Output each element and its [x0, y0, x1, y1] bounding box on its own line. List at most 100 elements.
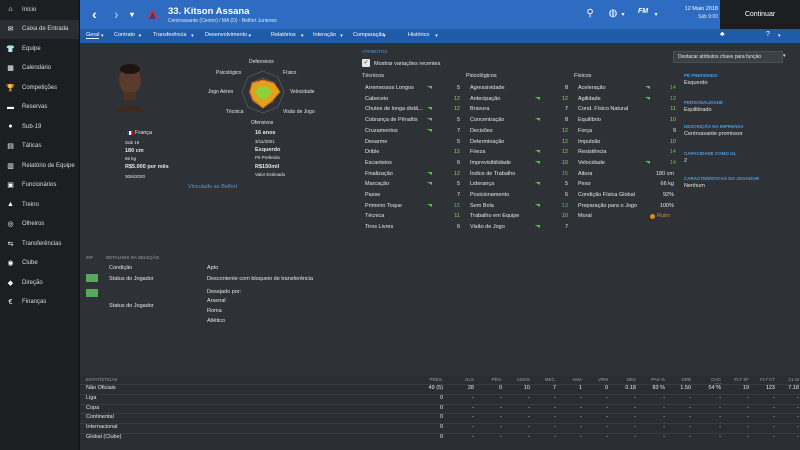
tab-dropdown-icon[interactable]: ▾ — [249, 33, 252, 39]
main-panel: França Defensivos Psicológico Físico Jogo A… — [80, 43, 800, 450]
tab-0[interactable]: Geral — [86, 32, 100, 39]
sidebar-item-label: Calendário — [22, 65, 52, 72]
stat-cell: 10 — [523, 385, 530, 391]
attribute-value: 15 — [561, 170, 568, 177]
attribute-name: Posicionamento — [470, 192, 510, 198]
tab-dropdown-icon[interactable]: ▾ — [101, 33, 104, 39]
nationality: França — [135, 130, 153, 136]
attribute-value: 8 — [564, 117, 568, 124]
stat-cell: - — [663, 394, 665, 401]
stat-cell: - — [797, 434, 799, 440]
sidebar-item-transfers[interactable]: ⇆ Transferências — [0, 234, 79, 254]
attribute-radar — [241, 70, 285, 114]
stat-cell: 83 % — [652, 385, 665, 391]
interested-club[interactable]: Roma — [207, 308, 222, 314]
profile-detail: 180 cm — [125, 148, 144, 154]
fm-dropdown-icon[interactable]: ▾ — [650, 11, 662, 23]
stat-cell: - — [472, 414, 474, 421]
sidebar-item-training[interactable]: ▲ Treino — [0, 195, 79, 215]
tab-1[interactable]: Contrato — [114, 32, 135, 38]
interested-club[interactable]: Arsenal — [207, 298, 226, 304]
sidebar-item-label: Reservas — [22, 104, 48, 111]
radar-label-left-top: Psicológico — [216, 70, 242, 76]
highlight-attributes-button[interactable]: Destacar atributos chave para função — [673, 51, 783, 63]
tab-5[interactable]: Interação — [313, 32, 336, 38]
tab-dropdown-icon[interactable]: ▾ — [383, 33, 386, 39]
back-arrow-icon[interactable]: ‹ — [92, 6, 97, 22]
tab-dropdown-icon[interactable]: ▾ — [191, 33, 194, 39]
search-icon[interactable]: ⚲ — [584, 8, 596, 20]
info-value: Esquerdo — [684, 80, 708, 86]
stat-cell: - — [500, 434, 502, 440]
info-label: PERSONALIDADE — [684, 100, 724, 105]
trend-up-icon — [535, 96, 540, 100]
sidebar-item-team[interactable]: 👕 Equipe — [0, 39, 79, 59]
stat-cell: - — [773, 434, 775, 440]
attribute-value: 6 — [456, 224, 460, 231]
stat-cell: - — [500, 424, 502, 431]
trend-up-icon — [645, 160, 650, 164]
tab-dropdown-icon[interactable]: ▾ — [435, 33, 438, 39]
stat-cell: - — [797, 424, 799, 431]
tab-2[interactable]: Transferência — [153, 32, 186, 38]
attribute-value: 11 — [670, 106, 676, 113]
history-dropdown-icon[interactable]: ▾ — [130, 10, 134, 19]
club-link[interactable]: Vinculado ao Belfort — [188, 184, 237, 190]
show-changes-checkbox[interactable]: ✓ — [362, 59, 370, 67]
attribute-value: 13 — [669, 95, 676, 102]
stat-cell: - — [606, 424, 608, 431]
mental-title: Psicológicos — [466, 73, 497, 79]
highlight-dropdown-icon[interactable]: ▾ — [783, 53, 786, 59]
attribute-value: 5 — [456, 85, 460, 91]
stat-cell: - — [747, 394, 749, 401]
continue-button[interactable]: Continuar — [720, 0, 800, 29]
stat-cell: - — [719, 434, 721, 440]
sidebar-item-finance[interactable]: € Finanças — [0, 293, 79, 313]
sidebar-item-tactics[interactable]: ▤ Táticas — [0, 137, 79, 157]
stat-cell: 0 — [498, 385, 502, 391]
sidebar-item-trophy[interactable]: 🏆 Competições — [0, 78, 79, 98]
selection-value: Descontente com bloqueio de transferênci… — [207, 276, 314, 282]
sidebar-item-home[interactable]: ⌂ Início — [0, 0, 79, 20]
stats-heading: ESTATÍSTICAS — [86, 377, 118, 382]
tab-6[interactable]: Comparação — [353, 32, 385, 38]
show-changes-label: Mostrar variações recentes — [374, 61, 441, 67]
tab-dropdown-icon[interactable]: ▾ — [340, 33, 343, 39]
sidebar-item-label: Transferências — [22, 240, 62, 247]
stat-cell: 7.18 — [788, 385, 799, 391]
stat-cell: - — [773, 424, 775, 431]
stat-column-header: AMA — [572, 377, 582, 382]
tab-7[interactable]: Histórico — [408, 32, 429, 38]
help-dropdown-icon[interactable]: ▾ — [778, 33, 781, 39]
current-time: Sáb 9:00 — [697, 14, 718, 20]
tab-dropdown-icon[interactable]: ▾ — [139, 33, 142, 39]
sidebar-item-label: Equipe — [22, 45, 41, 52]
sidebar-item-club[interactable]: ◉ Clube — [0, 254, 79, 274]
people-icon[interactable]: ♣ — [720, 31, 725, 38]
info-value: 2 — [684, 158, 688, 164]
sidebar-item-board[interactable]: ◆ Direção — [0, 273, 79, 293]
profile-detail: Valor Estimado — [255, 172, 286, 177]
stat-cell: - — [663, 434, 665, 440]
fm-logo[interactable]: FM — [636, 8, 650, 20]
help-icon[interactable]: ? — [766, 31, 770, 38]
tab-3[interactable]: Desenvolvimento — [205, 32, 247, 38]
forward-arrow-icon[interactable]: › — [114, 6, 119, 22]
sidebar-item-report[interactable]: ▥ Relatório de Equipe — [0, 156, 79, 176]
selection-heading: DETALHES DA SELEÇÃO — [106, 255, 160, 260]
attribute-value: 66 kg — [660, 181, 674, 188]
attribute-value: 12 — [453, 106, 460, 113]
tab-4[interactable]: Relatórios — [271, 32, 296, 38]
attribute-value: 12 — [561, 138, 568, 145]
tab-dropdown-icon[interactable]: ▾ — [301, 33, 304, 39]
sidebar-item-reserves[interactable]: ▬ Reservas — [0, 98, 79, 118]
stat-cell: 7 — [552, 385, 556, 391]
sidebar-item-inbox[interactable]: ✉ Caixa de Entrada — [0, 19, 79, 39]
globe-dropdown-icon[interactable]: ▾ — [617, 11, 629, 23]
sidebar-item-scouting[interactable]: ◎ Olheiros — [0, 215, 79, 235]
sidebar-item-calendar[interactable]: ▦ Calendário — [0, 59, 79, 79]
sidebar-item-staff[interactable]: ▣ Funcionários — [0, 176, 79, 196]
sidebar-item-youth[interactable]: ● Sub-19 — [0, 117, 79, 137]
interested-club[interactable]: Atlético — [207, 318, 225, 324]
attribute-value: 14 — [669, 159, 676, 166]
